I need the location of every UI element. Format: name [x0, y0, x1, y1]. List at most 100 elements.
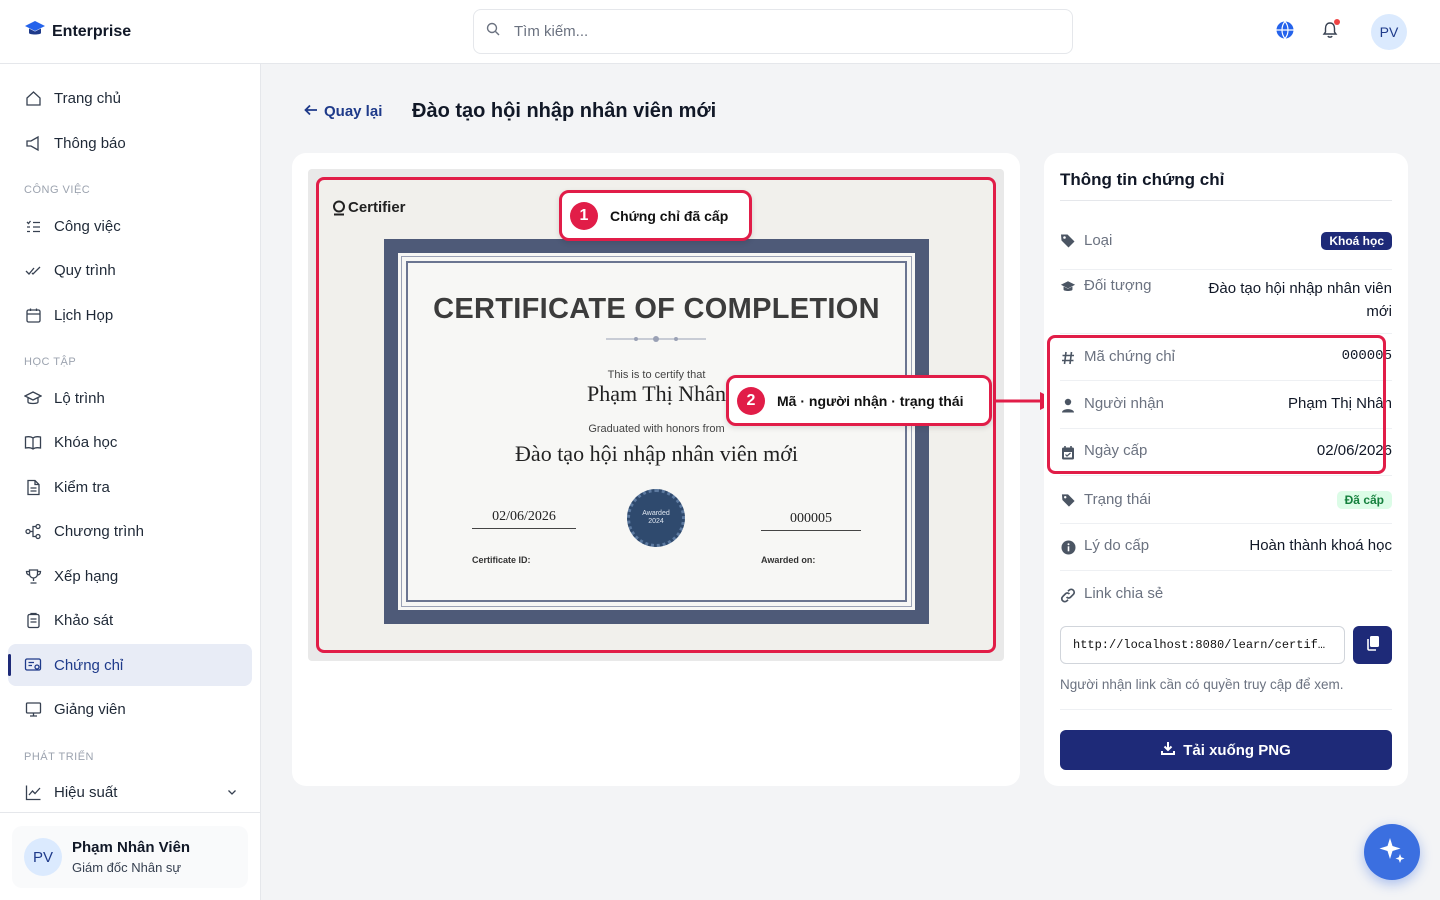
- sidebar-item-label: Công việc: [54, 217, 121, 235]
- brand-name: Enterprise: [52, 22, 132, 40]
- search-bar[interactable]: [473, 9, 1073, 54]
- top-bar: Enterprise PV: [0, 0, 1440, 64]
- annotation-callout-1: 1 Chứng chỉ đã cấp: [559, 190, 752, 241]
- sidebar-item-label: Khóa học: [54, 433, 118, 451]
- user-avatar[interactable]: PV: [1371, 14, 1407, 50]
- divider: [1060, 475, 1392, 476]
- trophy-icon: [24, 567, 42, 585]
- info-label: Trạng thái: [1084, 490, 1151, 508]
- sidebar-item-label: Quy trình: [54, 261, 116, 279]
- divider: [1060, 570, 1392, 571]
- ai-assistant-button[interactable]: [1364, 824, 1420, 880]
- avatar: PV: [24, 838, 62, 876]
- share-hint: Người nhận link cần có quyền truy cập để…: [1060, 677, 1344, 692]
- graduation-icon: [24, 389, 42, 407]
- chevron-down-icon[interactable]: [226, 785, 238, 802]
- sidebar-item-certificates[interactable]: Chứng chỉ: [8, 644, 252, 686]
- status-badge: Đã cấp: [1336, 490, 1392, 509]
- sidebar-item-label: Khảo sát: [54, 611, 114, 629]
- sidebar-item-performance[interactable]: Hiệu suất: [8, 771, 252, 813]
- sidebar-item-label: Kiểm tra: [54, 478, 110, 496]
- sidebar-item-label: Thông báo: [54, 134, 126, 152]
- sidebar-item-meetings[interactable]: Lịch Họp: [8, 294, 252, 336]
- sidebar-item-label: Lịch Họp: [54, 306, 114, 324]
- search-input[interactable]: [514, 23, 1054, 40]
- notification-bell-icon[interactable]: [1318, 18, 1342, 42]
- download-icon: [1161, 741, 1176, 759]
- sidebar-item-notifications[interactable]: Thông báo: [8, 122, 252, 164]
- info-value: Đào tạo hội nhập nhân viên mới: [1208, 280, 1392, 320]
- certificate-icon: [24, 656, 42, 674]
- back-label: Quay lại: [324, 103, 383, 120]
- back-link[interactable]: Quay lại: [304, 103, 382, 120]
- divider: [1060, 523, 1392, 524]
- sidebar-divider: [0, 812, 260, 813]
- sidebar-item-label: Chứng chỉ: [54, 656, 124, 674]
- calendar-icon: [24, 306, 42, 324]
- callout-text: Chứng chỉ đã cấp: [610, 207, 729, 224]
- callout-text: Mã · người nhận · trạng thái: [777, 392, 964, 409]
- link-icon: [1060, 587, 1076, 603]
- divider: [1060, 200, 1392, 201]
- page-title: Đào tạo hội nhập nhân viên mới: [412, 100, 717, 122]
- share-link-field[interactable]: http://localhost:8080/learn/certificates…: [1060, 626, 1345, 664]
- chart-icon: [24, 783, 42, 801]
- share-link-value: http://localhost:8080/learn/certificates…: [1073, 638, 1332, 652]
- megaphone-icon: [24, 134, 42, 152]
- language-globe-icon[interactable]: [1273, 18, 1297, 42]
- callout-number: 2: [737, 386, 765, 415]
- presentation-icon: [24, 700, 42, 718]
- sidebar-item-learning-path[interactable]: Lộ trình: [8, 377, 252, 419]
- info-row-status: Trạng thái Đã cấp: [1060, 490, 1392, 509]
- sidebar-item-surveys[interactable]: Khảo sát: [8, 599, 252, 641]
- sidebar-item-instructors[interactable]: Giảng viên: [8, 688, 252, 730]
- type-badge: Khoá học: [1321, 231, 1392, 250]
- tag-icon: [1060, 233, 1076, 249]
- arrow-left-icon: [304, 103, 318, 120]
- home-icon: [24, 89, 42, 107]
- brand[interactable]: Enterprise: [24, 20, 131, 43]
- info-row-share-link: Link chia sẻ: [1060, 585, 1392, 603]
- divider: [1060, 269, 1392, 270]
- tag-icon: [1060, 492, 1076, 508]
- notification-dot: [1334, 19, 1340, 25]
- sidebar-item-label: Lộ trình: [54, 389, 105, 407]
- document-icon: [24, 478, 42, 496]
- certificate-preview-card: Certifier CERTIFICATE OF COMPLETION This…: [292, 153, 1020, 786]
- flow-icon: [24, 522, 42, 540]
- copy-link-button[interactable]: [1353, 626, 1392, 664]
- info-title: Thông tin chứng chỉ: [1060, 170, 1225, 189]
- graduation-cap-icon: [1060, 279, 1076, 295]
- clipboard-icon: [24, 611, 42, 629]
- info-circle-icon: [1060, 539, 1076, 555]
- sidebar: Trang chủ Thông báo CÔNG VIỆC Công việc …: [0, 64, 261, 900]
- info-label: Link chia sẻ: [1084, 585, 1164, 602]
- sidebar-item-label: Chương trình: [54, 522, 144, 540]
- download-label: Tải xuống PNG: [1183, 741, 1291, 759]
- info-row-reason: Lý do cấp Hoàn thành khoá học: [1060, 537, 1392, 555]
- graduation-cap-icon: [24, 20, 46, 43]
- section-work: CÔNG VIỆC: [24, 184, 91, 196]
- section-learning: HỌC TẬP: [24, 356, 77, 368]
- divider: [1060, 333, 1392, 334]
- book-icon: [24, 433, 42, 451]
- divider: [1060, 709, 1392, 710]
- reason-value: Hoàn thành khoá học: [1249, 537, 1392, 554]
- user-profile-card[interactable]: PV Phạm Nhân Viên Giám đốc Nhân sự: [12, 826, 248, 888]
- sidebar-item-programs[interactable]: Chương trình: [8, 510, 252, 552]
- info-label: Loại: [1084, 231, 1113, 249]
- sidebar-item-label: Trang chủ: [54, 89, 121, 107]
- callout-number: 1: [570, 201, 598, 230]
- download-png-button[interactable]: Tải xuống PNG: [1060, 730, 1392, 770]
- sidebar-item-label: Hiệu suất: [54, 783, 118, 801]
- sidebar-item-tests[interactable]: Kiểm tra: [8, 466, 252, 508]
- sidebar-item-home[interactable]: Trang chủ: [8, 77, 252, 119]
- sidebar-item-courses[interactable]: Khóa học: [8, 421, 252, 463]
- annotation-highlight-info: [1047, 335, 1386, 474]
- sidebar-item-ranking[interactable]: Xếp hạng: [8, 555, 252, 597]
- sidebar-item-tasks[interactable]: Công việc: [8, 205, 252, 247]
- info-row-target: Đối tượng Đào tạo hội nhập nhân viên mới: [1060, 277, 1392, 323]
- info-label: Lý do cấp: [1084, 537, 1150, 554]
- sidebar-item-workflow[interactable]: Quy trình: [8, 249, 252, 291]
- sidebar-item-label: Xếp hạng: [54, 567, 119, 585]
